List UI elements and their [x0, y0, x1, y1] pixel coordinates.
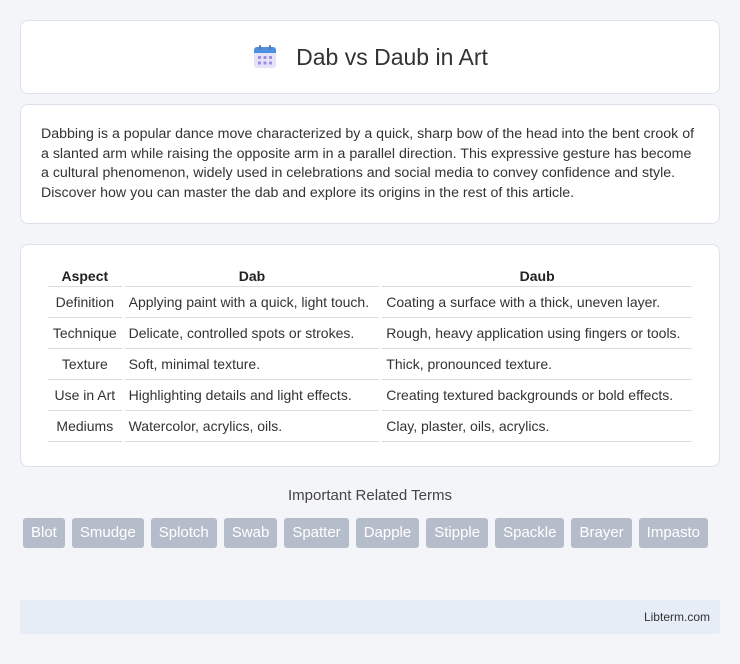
cell-daub: Clay, plaster, oils, acrylics.: [382, 411, 692, 442]
cell-dab: Watercolor, acrylics, oils.: [124, 411, 380, 442]
cell-aspect: Technique: [48, 318, 122, 349]
cell-aspect: Definition: [48, 287, 122, 318]
cell-daub: Rough, heavy application using fingers o…: [382, 318, 692, 349]
related-terms-title: Important Related Terms: [288, 487, 452, 504]
cell-aspect: Texture: [48, 349, 122, 380]
title-wrap: Dab vs Daub in Art: [252, 44, 488, 71]
tag-splotch[interactable]: Splotch: [150, 518, 217, 548]
tag-impasto[interactable]: Impasto: [638, 518, 709, 548]
cell-dab: Delicate, controlled spots or strokes.: [124, 318, 380, 349]
intro-paragraph: Dabbing is a popular dance move characte…: [41, 126, 695, 201]
related-terms-tags: Blot Smudge Splotch Swab Spatter Dapple …: [23, 518, 723, 548]
tag-stipple[interactable]: Stipple: [426, 518, 489, 548]
comparison-table: Aspect Dab Daub Definition Applying pain…: [45, 265, 695, 442]
header-card: Dab vs Daub in Art: [20, 20, 720, 94]
table-row: Use in Art Highlighting details and ligh…: [48, 380, 692, 411]
header-dab: Dab: [124, 265, 380, 287]
tag-swab[interactable]: Swab: [223, 518, 278, 548]
tag-brayer[interactable]: Brayer: [571, 518, 632, 548]
calendar-icon: [252, 44, 278, 70]
footer: Libterm.com: [20, 600, 720, 634]
cell-aspect: Mediums: [48, 411, 122, 442]
tag-spatter[interactable]: Spatter: [284, 518, 349, 548]
cell-daub: Thick, pronounced texture.: [382, 349, 692, 380]
page-title: Dab vs Daub in Art: [296, 43, 488, 70]
tag-spackle[interactable]: Spackle: [495, 518, 565, 548]
tag-smudge[interactable]: Smudge: [71, 518, 144, 548]
table-row: Definition Applying paint with a quick, …: [48, 287, 692, 318]
intro-card: Dabbing is a popular dance move characte…: [20, 104, 720, 224]
footer-site-link[interactable]: Libterm.com: [644, 610, 710, 624]
cell-daub: Coating a surface with a thick, uneven l…: [382, 287, 692, 318]
tag-blot[interactable]: Blot: [23, 518, 65, 548]
cell-dab: Soft, minimal texture.: [124, 349, 380, 380]
table-row: Texture Soft, minimal texture. Thick, pr…: [48, 349, 692, 380]
table-header-row: Aspect Dab Daub: [48, 265, 692, 287]
header-daub: Daub: [382, 265, 692, 287]
header-aspect: Aspect: [48, 265, 122, 287]
table-row: Technique Delicate, controlled spots or …: [48, 318, 692, 349]
cell-aspect: Use in Art: [48, 380, 122, 411]
table-row: Mediums Watercolor, acrylics, oils. Clay…: [48, 411, 692, 442]
comparison-table-card: Aspect Dab Daub Definition Applying pain…: [20, 244, 720, 467]
cell-daub: Creating textured backgrounds or bold ef…: [382, 380, 692, 411]
cell-dab: Highlighting details and light effects.: [124, 380, 380, 411]
tag-dapple[interactable]: Dapple: [355, 518, 420, 548]
cell-dab: Applying paint with a quick, light touch…: [124, 287, 380, 318]
